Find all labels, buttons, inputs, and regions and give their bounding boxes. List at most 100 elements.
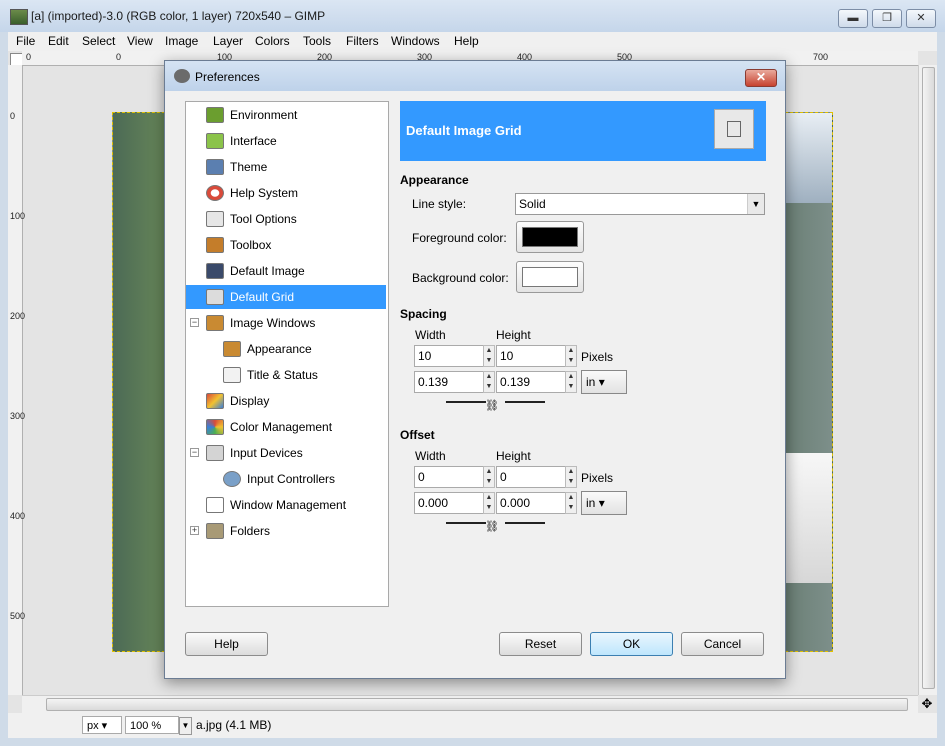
nav-item-input-controllers[interactable]: Input Controllers — [186, 467, 386, 491]
interface-icon — [206, 133, 224, 149]
expand-icon[interactable]: + — [190, 526, 199, 535]
toolbox-icon — [206, 237, 224, 253]
nav-item-appearance[interactable]: Appearance — [186, 337, 386, 361]
collapse-icon[interactable]: − — [190, 318, 199, 327]
chevron-down-icon: ▾ — [598, 375, 605, 389]
offset-width-in-input[interactable]: 0.000 — [414, 492, 484, 514]
nav-item-label: Help System — [230, 186, 299, 200]
nav-item-theme[interactable]: Theme — [186, 155, 386, 179]
help-button[interactable]: Help — [185, 632, 268, 656]
nav-item-input-devices[interactable]: − Input Devices — [186, 441, 386, 465]
environment-icon — [206, 107, 224, 123]
dialog-close-button[interactable]: ✕ — [745, 69, 777, 87]
spacing-unit-menu[interactable]: in ▾ — [581, 370, 627, 394]
nav-item-default-grid[interactable]: Default Grid — [186, 285, 386, 309]
grid-icon-glyph — [727, 121, 741, 137]
nav-item-label: Folders — [230, 524, 271, 538]
file-info: a.jpg (4.1 MB) — [196, 718, 272, 732]
preferences-nav-tree: Environment Interface Theme Help System … — [185, 101, 389, 607]
nav-item-label: Tool Options — [230, 212, 297, 226]
chain-link-icon[interactable]: ⛓ — [485, 399, 499, 412]
window-close-button[interactable]: ✕ — [906, 9, 936, 28]
menu-select[interactable]: Select — [82, 34, 115, 48]
nav-item-label: Display — [230, 394, 270, 408]
collapse-icon[interactable]: − — [190, 448, 199, 457]
nav-item-title-status[interactable]: Title & Status — [186, 363, 386, 387]
scroll-thumb[interactable] — [922, 67, 935, 689]
spin-arrows-icon[interactable]: ▲ ▼ — [483, 345, 495, 367]
menu-image[interactable]: Image — [165, 34, 198, 48]
offset-height-label: Height — [496, 449, 531, 463]
menu-layer[interactable]: Layer — [213, 34, 243, 48]
menu-file[interactable]: File — [16, 34, 35, 48]
navigate-icon[interactable]: ✥ — [920, 697, 934, 711]
vertical-scrollbar[interactable] — [918, 65, 937, 695]
nav-item-help-system[interactable]: Help System — [186, 181, 386, 205]
menu-colors[interactable]: Colors — [255, 34, 290, 48]
nav-item-label: Input Devices — [230, 446, 303, 460]
offset-width-px-input[interactable]: 0 — [414, 466, 484, 488]
spacing-width-px-input[interactable]: 10 — [414, 345, 484, 367]
spacing-heading: Spacing — [400, 307, 447, 321]
nav-item-toolbox[interactable]: Toolbox — [186, 233, 386, 257]
line-style-select[interactable]: Solid ▼ — [515, 193, 765, 215]
nav-item-color-management[interactable]: Color Management — [186, 415, 386, 439]
menu-windows[interactable]: Windows — [391, 34, 440, 48]
spacing-unit-value: in — [586, 375, 596, 389]
spin-arrows-icon[interactable]: ▲ ▼ — [565, 492, 577, 514]
menu-help[interactable]: Help — [454, 34, 479, 48]
maximize-button[interactable]: ❐ — [872, 9, 902, 28]
menu-edit[interactable]: Edit — [48, 34, 69, 48]
nav-item-folders[interactable]: + Folders — [186, 519, 386, 543]
spin-arrows-icon[interactable]: ▲ ▼ — [483, 492, 495, 514]
cancel-button[interactable]: Cancel — [681, 632, 764, 656]
dialog-title: Preferences — [195, 70, 260, 84]
appearance-heading: Appearance — [400, 173, 469, 187]
scroll-thumb[interactable] — [46, 698, 908, 711]
default-grid-icon — [206, 289, 224, 305]
line-style-label: Line style: — [412, 197, 467, 211]
nav-item-default-image[interactable]: Default Image — [186, 259, 386, 283]
ok-button[interactable]: OK — [590, 632, 673, 656]
reset-button[interactable]: Reset — [499, 632, 582, 656]
nav-item-interface[interactable]: Interface — [186, 129, 386, 153]
offset-height-in-input[interactable]: 0.000 — [496, 492, 566, 514]
input-controllers-icon — [223, 471, 241, 487]
offset-height-px-input[interactable]: 0 — [496, 466, 566, 488]
minimize-button[interactable]: ▬ — [838, 9, 868, 28]
nav-item-display[interactable]: Display — [186, 389, 386, 413]
background-color-button[interactable] — [516, 261, 584, 293]
menu-view[interactable]: View — [127, 34, 153, 48]
tool-options-icon — [206, 211, 224, 227]
spin-arrows-icon[interactable]: ▲ ▼ — [483, 466, 495, 488]
spacing-height-px-input[interactable]: 10 — [496, 345, 566, 367]
nav-item-window-management[interactable]: Window Management — [186, 493, 386, 517]
default-grid-header-icon — [714, 109, 754, 149]
nav-item-label: Color Management — [230, 420, 333, 434]
nav-item-tool-options[interactable]: Tool Options — [186, 207, 386, 231]
spacing-height-in-input[interactable]: 0.139 — [496, 371, 566, 393]
folders-icon — [206, 523, 224, 539]
zoom-dropdown-arrow[interactable]: ▼ — [179, 717, 192, 735]
nav-item-environment[interactable]: Environment — [186, 103, 386, 127]
color-management-icon — [206, 419, 224, 435]
foreground-color-button[interactable] — [516, 221, 584, 253]
chain-link-icon[interactable]: ⛓ — [485, 520, 499, 533]
unit-value: px — [87, 720, 99, 732]
gimp-app-icon — [10, 9, 28, 25]
spin-arrows-icon[interactable]: ▲ ▼ — [565, 345, 577, 367]
statusbar: px ▾ 100 % ▼ a.jpg (4.1 MB) — [8, 713, 937, 738]
unit-selector[interactable]: px ▾ — [82, 716, 122, 734]
horizontal-scrollbar[interactable] — [22, 695, 918, 713]
spin-arrows-icon[interactable]: ▲ ▼ — [483, 371, 495, 393]
ruler-tick-label: 300 — [10, 411, 26, 421]
menu-tools[interactable]: Tools — [303, 34, 331, 48]
spin-arrows-icon[interactable]: ▲ ▼ — [565, 466, 577, 488]
spin-arrows-icon[interactable]: ▲ ▼ — [565, 371, 577, 393]
spacing-width-in-input[interactable]: 0.139 — [414, 371, 484, 393]
nav-item-image-windows[interactable]: − Image Windows — [186, 311, 386, 335]
offset-unit-menu[interactable]: in ▾ — [581, 491, 627, 515]
menu-filters[interactable]: Filters — [346, 34, 379, 48]
vertical-ruler[interactable]: 0 100 200 300 400 500 — [8, 65, 26, 695]
zoom-field[interactable]: 100 % — [125, 716, 179, 734]
